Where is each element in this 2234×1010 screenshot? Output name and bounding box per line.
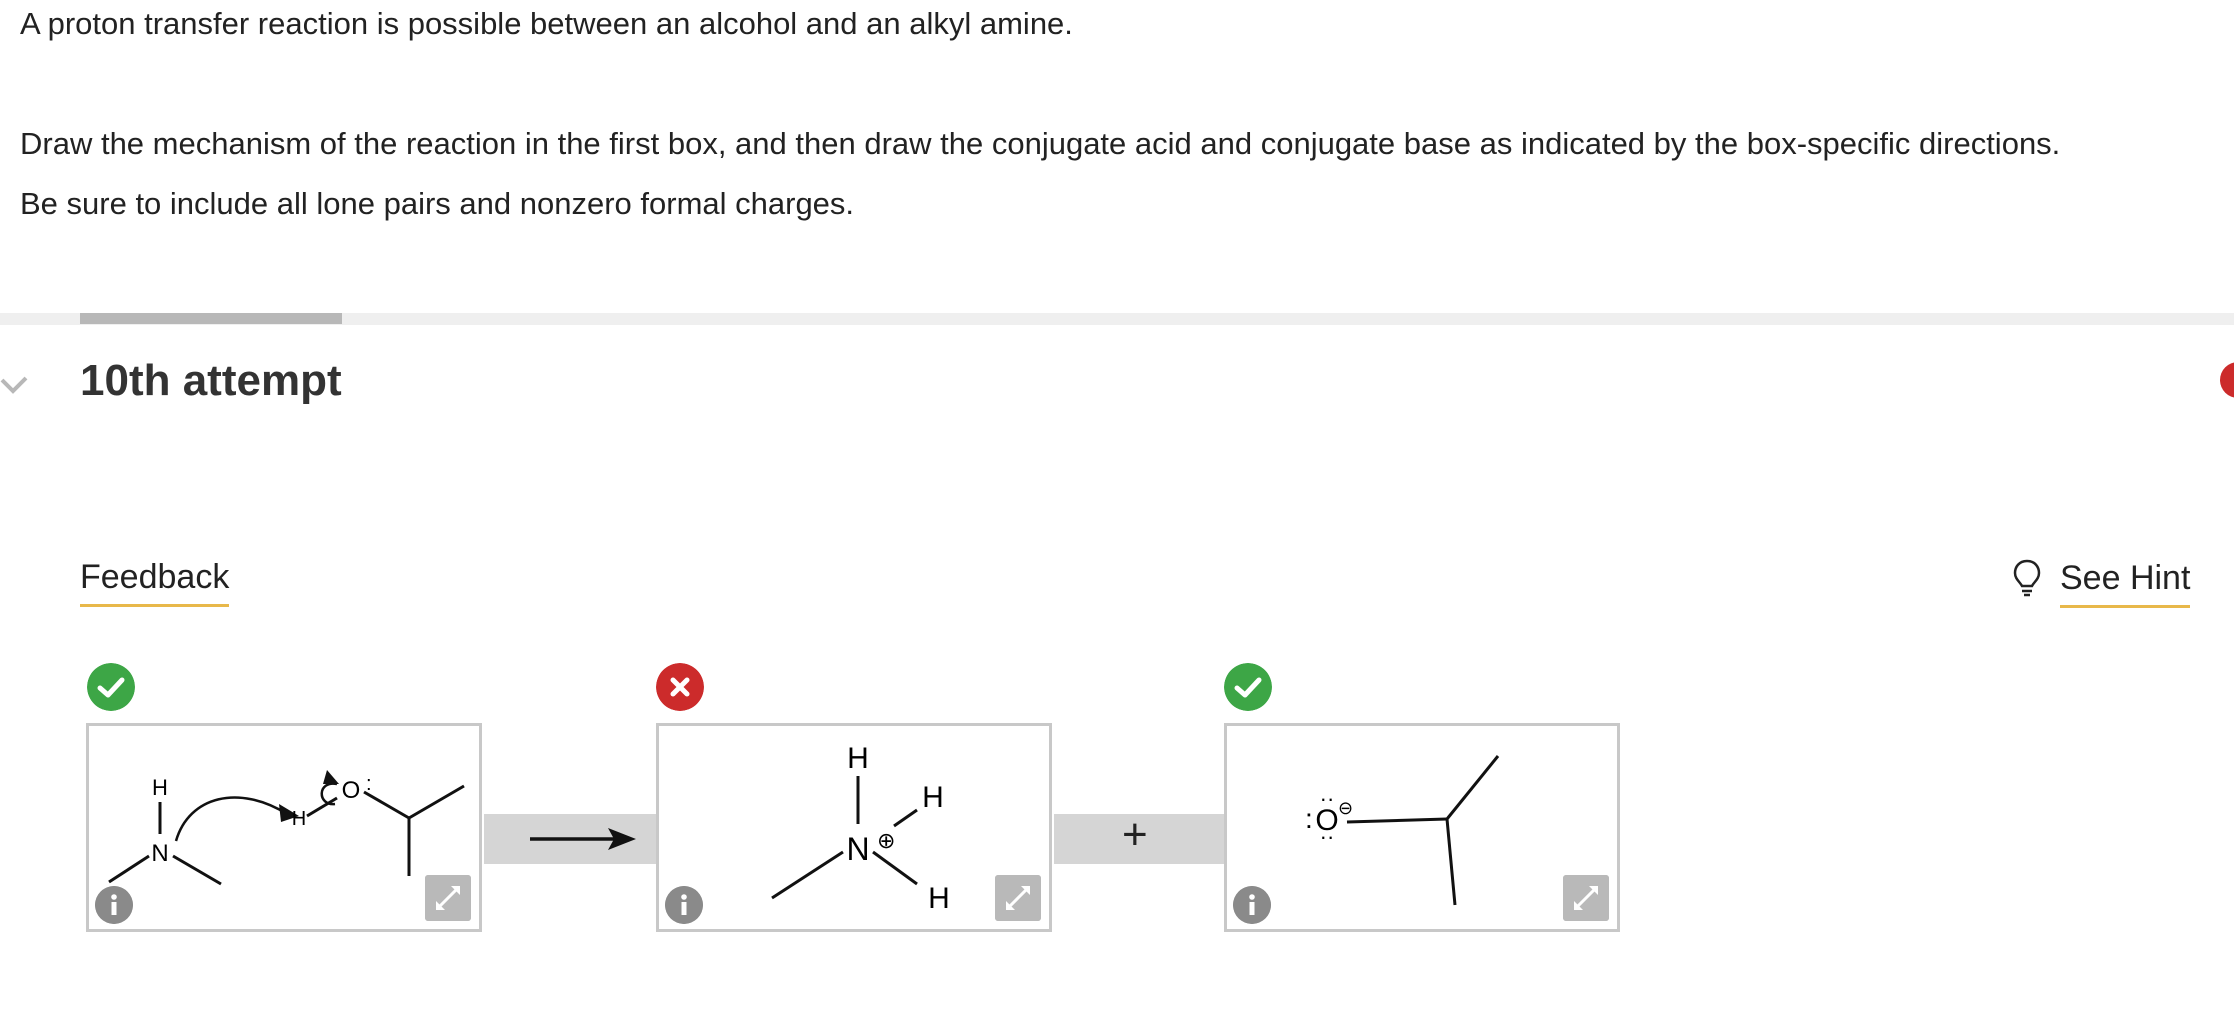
amine-h-atom: H <box>152 775 168 800</box>
alcohol-h-atom: H <box>292 808 306 830</box>
see-hint-label: See Hint <box>2060 558 2191 597</box>
conjugate-base-drawing-box[interactable]: O : ·· ·· ⊖ <box>1224 723 1620 932</box>
progress-bar <box>80 313 342 324</box>
expand-icon[interactable] <box>995 875 1041 921</box>
expand-icon[interactable] <box>1563 875 1609 921</box>
attempt-title: 10th attempt <box>80 356 342 405</box>
see-hint-underline <box>2060 604 2191 608</box>
oxygen-lone-pair: : <box>366 773 372 795</box>
alkoxide-lone-pair-left: : <box>1305 803 1313 834</box>
alcohol-o-atom: O <box>342 777 361 804</box>
alkoxide-lone-pair-bottom: ·· <box>1320 824 1335 849</box>
reaction-arrow-icon <box>530 828 636 850</box>
box3-correct-icon <box>1224 663 1272 711</box>
positive-charge: ⊕ <box>877 828 895 853</box>
info-icon[interactable] <box>1233 886 1271 924</box>
lightbulb-icon <box>2013 559 2041 597</box>
see-hint-link[interactable]: See Hint <box>2012 558 2191 608</box>
question-line-2: Draw the mechanism of the reaction in th… <box>20 126 2061 161</box>
plus-sign: + <box>1122 810 1148 859</box>
feedback-label: Feedback <box>80 558 230 596</box>
attempt-status-icon <box>2220 362 2234 398</box>
question-line-3: Be sure to include all lone pairs and no… <box>20 186 855 221</box>
nh-top-h-atom: H <box>847 742 869 775</box>
mechanism-structure: H N H O : <box>108 770 465 886</box>
nh-right-h-atom: H <box>922 781 944 814</box>
reaction-arrow-connector <box>484 814 658 864</box>
box2-incorrect-icon <box>656 663 704 711</box>
info-icon[interactable] <box>95 886 133 924</box>
negative-charge: ⊖ <box>1338 798 1353 818</box>
ammonium-n-atom: N <box>846 831 869 867</box>
collapse-chevron-icon[interactable] <box>0 370 30 400</box>
info-icon[interactable] <box>665 886 703 924</box>
alkoxide-lone-pair-top: ·· <box>1320 786 1335 811</box>
box1-correct-icon <box>87 663 135 711</box>
expand-icon[interactable] <box>425 875 471 921</box>
feedback-underline <box>80 604 230 607</box>
question-line-1: A proton transfer reaction is possible b… <box>20 6 1073 41</box>
conjugate-acid-structure: H H N ⊕ H <box>771 742 950 915</box>
mechanism-drawing-box[interactable]: H N H O : <box>86 723 482 932</box>
see-hint-text: See Hint <box>2060 558 2191 608</box>
feedback-link[interactable]: Feedback <box>80 558 230 607</box>
conjugate-acid-drawing-box[interactable]: H H N ⊕ H <box>656 723 1052 932</box>
nh-bottom-h-atom: H <box>928 882 950 915</box>
amine-n-atom: N <box>151 840 168 867</box>
conjugate-base-structure: O : ·· ·· ⊖ <box>1305 755 1500 906</box>
